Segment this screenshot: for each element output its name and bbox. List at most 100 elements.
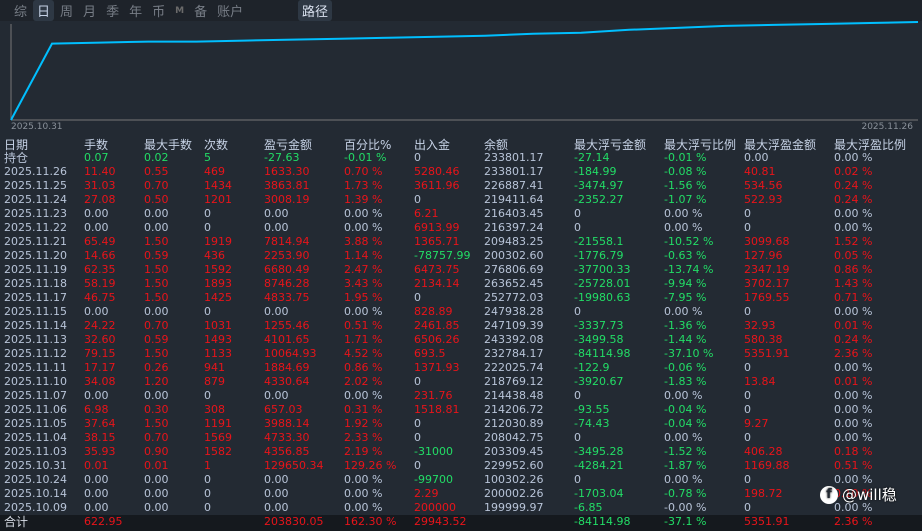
cell-9: 0.00 % — [664, 207, 703, 220]
cell-7: 247938.28 — [484, 305, 544, 318]
cell-10: 406.28 — [744, 445, 783, 458]
cell-7: 232784.17 — [484, 347, 544, 360]
cell-6: 0 — [414, 459, 421, 472]
cell-3: 5 — [204, 151, 211, 164]
cell-3: 1031 — [204, 319, 232, 332]
cell-1: 35.93 — [84, 445, 116, 458]
tab-3[interactable]: 月 — [79, 0, 100, 21]
cell-3: 0 — [204, 389, 211, 402]
cell-2: 0.00 — [144, 389, 169, 402]
cell-4: 4833.75 — [264, 291, 310, 304]
cell-1: 62.35 — [84, 263, 116, 276]
cell-10: 9.27 — [744, 417, 769, 430]
cell-7: 233801.17 — [484, 165, 544, 178]
period-tabs: 综日周月季年币 M 备账户 路径 — [0, 0, 922, 21]
cell-5: 0.00 % — [344, 221, 383, 234]
cell-1: 38.15 — [84, 431, 116, 444]
cell-7: 233801.17 — [484, 151, 544, 164]
cell-7: 214438.48 — [484, 389, 544, 402]
cell-8: 0 — [574, 431, 581, 444]
cell-2: 0.00 — [144, 221, 169, 234]
cell-3: 1191 — [204, 417, 232, 430]
table-row: 2025.11.05 37.64 1.50 1191 3988.14 1.92 % 0 212… — [0, 417, 922, 431]
cell-8: 0 — [574, 207, 581, 220]
cell-1: 0.01 — [84, 459, 109, 472]
cell-6: 693.5 — [414, 347, 446, 360]
table-row: 2025.11.24 27.08 0.50 1201 3008.19 1.39 % 0 219… — [0, 193, 922, 207]
tab-1[interactable]: 日 — [33, 0, 55, 21]
cell-4: 10064.93 — [264, 347, 317, 360]
cell-9: -13.74 % — [664, 263, 714, 276]
cell-5: 1.14 % — [344, 249, 383, 262]
cell-11: 0.24 % — [834, 333, 873, 346]
cell-3: 1592 — [204, 263, 232, 276]
cell-3: 0 — [204, 501, 211, 514]
cell-0: 2025.11.13 — [4, 333, 67, 346]
cell-5: 2.02 % — [344, 375, 383, 388]
cell-7: 209483.25 — [484, 235, 544, 248]
tab-0[interactable]: 综 — [10, 0, 31, 21]
cell-4: 0.00 — [264, 305, 289, 318]
cell-5: 0.00 % — [344, 501, 383, 514]
cell-6: -31000 — [414, 445, 453, 458]
table-row: 2025.11.06 6.98 0.30 308 657.03 0.31 % 1518.81… — [0, 403, 922, 417]
tab-5[interactable]: 年 — [125, 0, 146, 21]
tab-7[interactable]: M — [171, 5, 188, 17]
cell-9: -1.87 % — [664, 459, 707, 472]
cell-6: 2134.14 — [414, 277, 460, 290]
cell-2: 0.90 — [144, 445, 169, 458]
cell-1: 0.00 — [84, 501, 109, 514]
cell-10: 0 — [744, 207, 751, 220]
table-row: 2025.11.17 46.75 1.50 1425 4833.75 1.95 % 0 252… — [0, 291, 922, 305]
cell-1: 11.40 — [84, 165, 116, 178]
cell-2: 0.59 — [144, 249, 169, 262]
table-row: 2025.11.18 58.19 1.50 1893 8746.28 3.43 % 2134… — [0, 277, 922, 291]
cell-8: -122.9 — [574, 361, 610, 374]
cell-8: 0 — [574, 389, 581, 402]
cell-7: 222025.74 — [484, 361, 544, 374]
tab-4[interactable]: 季 — [102, 0, 123, 21]
cell-10: 0 — [744, 389, 751, 402]
header-1: 手数 — [84, 138, 109, 152]
cell-11: 2.36 % — [834, 347, 873, 360]
tab-6[interactable]: 币 — [148, 0, 169, 21]
cell-8: -3337.73 — [574, 319, 624, 332]
cell-5: 0.31 % — [344, 403, 383, 416]
cell-4: 4101.65 — [264, 333, 310, 346]
tab-2[interactable]: 周 — [56, 0, 77, 21]
table-row: 2025.11.22 0.00 0.00 0 0.00 0.00 % 6913.99 2163… — [0, 221, 922, 235]
cell-4: 0.00 — [264, 389, 289, 402]
cell-5: 0.00 % — [344, 207, 383, 220]
cell-2: 1.50 — [144, 277, 169, 290]
cell-0: 2025.10.09 — [4, 501, 67, 514]
cell-4: 7814.94 — [264, 235, 310, 248]
cell-8: -3495.28 — [574, 445, 624, 458]
cell-8: -1776.79 — [574, 249, 624, 262]
table-row: 2025.11.07 0.00 0.00 0 0.00 0.00 % 231.76 21443… — [0, 389, 922, 403]
tab-8[interactable]: 备 — [190, 0, 211, 21]
table-row: 2025.11.19 62.35 1.50 1592 6680.49 2.47 % 6473… — [0, 263, 922, 277]
cell-0: 2025.11.03 — [4, 445, 67, 458]
table-row: 2025.11.12 79.15 1.50 1133 10064.93 4.52 % 693… — [0, 347, 922, 361]
cell-7: 229952.60 — [484, 459, 544, 472]
cell-9: -1.44 % — [664, 333, 707, 346]
path-button[interactable]: 路径 — [298, 0, 333, 21]
cell-7: 203309.45 — [484, 445, 544, 458]
cell-2: 0.00 — [144, 501, 169, 514]
cell-3: 1569 — [204, 431, 232, 444]
cell-1: 14.66 — [84, 249, 116, 262]
watermark: f @will稳 — [820, 484, 897, 505]
table-row: 2025.11.25 31.03 0.70 1434 3863.81 1.73 % 3611… — [0, 179, 922, 193]
tab-9[interactable]: 账户 — [213, 0, 247, 21]
cell-11: 1.52 % — [834, 235, 873, 248]
table-header: 日期 手数 最大手数 次数 盈亏金额 百分比% 出入金 余额 最大浮亏金额 最大浮亏比例 最大浮盈金… — [0, 138, 922, 152]
table-row: 2025.11.21 65.49 1.50 1919 7814.94 3.88 % 1365… — [0, 235, 922, 249]
cell-9: -0.06 % — [664, 361, 707, 374]
cell-1: 0.07 — [84, 151, 109, 164]
cell-2: 1.50 — [144, 347, 169, 360]
cell-10: 0.00 — [744, 151, 769, 164]
cell-10: 13.84 — [744, 375, 776, 388]
cell-5: 1.92 % — [344, 417, 383, 430]
cell-8: -25728.01 — [574, 277, 631, 290]
cell-2: 0.30 — [144, 403, 169, 416]
